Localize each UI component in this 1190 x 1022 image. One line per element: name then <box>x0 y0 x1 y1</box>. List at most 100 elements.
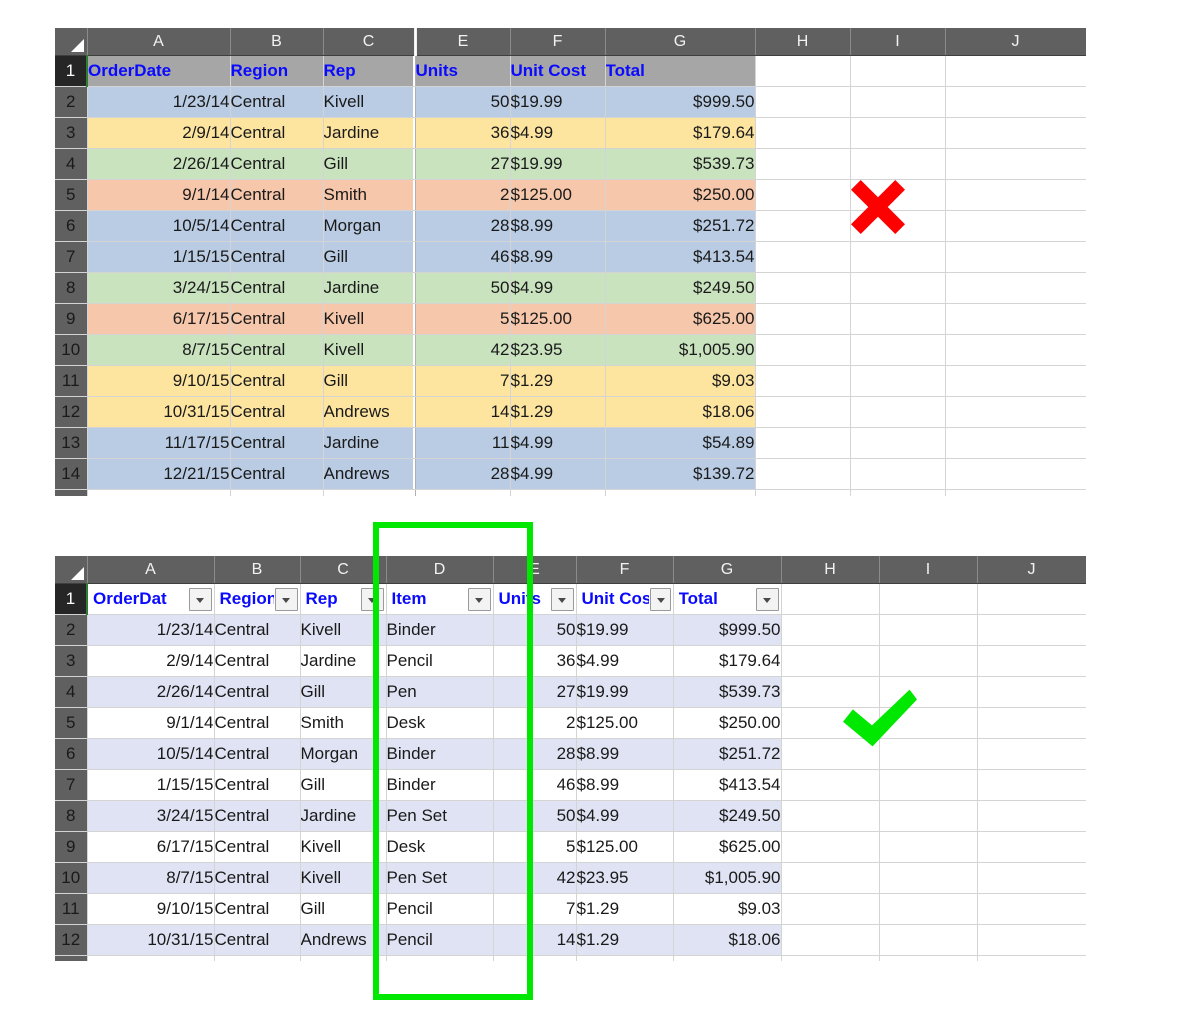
cell-h15[interactable] <box>755 489 851 496</box>
cell-h2[interactable] <box>755 86 851 118</box>
cell-g13[interactable]: $54.89 <box>673 955 782 961</box>
table-row[interactable]: 12 10/31/15 Central Andrews 14 $1.29 $18.06 <box>55 396 1086 428</box>
table-row[interactable]: 3 2/9/14 Central Jardine 36 $4.99 $179.64 <box>55 117 1086 149</box>
column-header-c[interactable]: C <box>323 28 417 56</box>
cell-i15[interactable] <box>850 489 946 496</box>
cell-b6[interactable]: Central <box>214 738 301 770</box>
cell-j12[interactable] <box>945 396 1086 428</box>
table-row[interactable]: 1311/17/15CentralJardineBinder11$4.99$54… <box>55 955 1086 961</box>
cell-j13[interactable] <box>977 955 1086 961</box>
table-row[interactable]: 8 3/24/15 Central Jardine Pen Set 50 $4.99 $249… <box>55 800 1086 832</box>
cell-b3[interactable]: Central <box>214 645 301 677</box>
row-header-9[interactable]: 9 <box>55 831 88 863</box>
cell-h5[interactable] <box>755 179 851 211</box>
cell-g8[interactable]: $249.50 <box>673 800 782 832</box>
cell-a11[interactable]: 9/10/15 <box>87 365 231 397</box>
cell-b3[interactable]: Central <box>230 117 324 149</box>
cell-a12[interactable]: 10/31/15 <box>87 396 231 428</box>
cell-i1[interactable] <box>850 55 946 87</box>
cell-f7[interactable]: $8.99 <box>576 769 674 801</box>
cell-e6[interactable]: 28 <box>415 210 511 242</box>
cell-c10[interactable]: Kivell <box>323 334 416 366</box>
column-header-i[interactable]: I <box>879 556 978 584</box>
column-header-i[interactable]: I <box>850 28 946 56</box>
cell-g6[interactable]: $251.72 <box>605 210 756 242</box>
cell-a13[interactable]: 11/17/15 <box>87 427 231 459</box>
row-header-10[interactable]: 10 <box>55 862 88 894</box>
cell-g7[interactable]: $413.54 <box>605 241 756 273</box>
row-header-4[interactable]: 4 <box>55 148 88 180</box>
cell-j6[interactable] <box>945 210 1086 242</box>
cell-c15[interactable] <box>323 489 416 496</box>
table-row[interactable]: 11 9/10/15 Central Gill 7 $1.29 $9.03 <box>55 365 1086 397</box>
cell-a10[interactable]: 8/7/15 <box>87 862 215 894</box>
cell-c11[interactable]: Gill <box>323 365 416 397</box>
table-row[interactable]: 11 9/10/15 Central Gill Pencil 7 $1.29 $9.03 <box>55 893 1086 925</box>
table-row[interactable]: 4 2/26/14 Central Gill Pen 27 $19.99 $539.73 <box>55 676 1086 708</box>
cell-a6[interactable]: 10/5/14 <box>87 210 231 242</box>
cell-f12[interactable]: $1.29 <box>576 924 674 956</box>
top-spreadsheet[interactable]: A B C E F G H I J 1 OrderDate Region Rep… <box>55 28 1086 496</box>
row-header-2[interactable]: 2 <box>55 86 88 118</box>
cell-f9[interactable]: $125.00 <box>576 831 674 863</box>
cell-g8[interactable]: $249.50 <box>605 272 756 304</box>
cell-j8[interactable] <box>945 272 1086 304</box>
cell-h7[interactable] <box>781 769 880 801</box>
cell-a3[interactable]: 2/9/14 <box>87 117 231 149</box>
cell-c9[interactable]: Kivell <box>323 303 416 335</box>
cell-g1[interactable]: Total <box>605 55 756 87</box>
cell-a7[interactable]: 1/15/15 <box>87 769 215 801</box>
table-row[interactable]: 1 OrderDat Region Rep Item Units Unit Co… <box>55 583 1086 615</box>
row-header-9[interactable]: 9 <box>55 303 88 335</box>
column-header-h[interactable]: H <box>755 28 851 56</box>
column-header-f[interactable]: F <box>510 28 606 56</box>
row-header-11[interactable]: 11 <box>55 365 88 397</box>
cell-c6[interactable]: Morgan <box>323 210 416 242</box>
cell-i14[interactable] <box>850 458 946 490</box>
cell-f6[interactable]: $8.99 <box>576 738 674 770</box>
cell-j1[interactable] <box>977 583 1086 615</box>
cell-g15[interactable] <box>605 489 756 496</box>
row-header-7[interactable]: 7 <box>55 241 88 273</box>
table-row[interactable]: 5 9/1/14 Central Smith 2 $125.00 $250.00 <box>55 179 1086 211</box>
cell-c2[interactable]: Kivell <box>323 86 416 118</box>
row-header-3[interactable]: 3 <box>55 117 88 149</box>
cell-f7[interactable]: $8.99 <box>510 241 606 273</box>
cell-f5[interactable]: $125.00 <box>576 707 674 739</box>
column-header-a[interactable]: A <box>87 28 231 56</box>
cell-a9[interactable]: 6/17/15 <box>87 303 231 335</box>
cell-f2[interactable]: $19.99 <box>510 86 606 118</box>
cell-f4[interactable]: $19.99 <box>576 676 674 708</box>
cell-a3[interactable]: 2/9/14 <box>87 645 215 677</box>
cell-a15[interactable] <box>87 489 231 496</box>
cell-j15[interactable] <box>945 489 1086 496</box>
cell-j3[interactable] <box>977 645 1086 677</box>
cell-j13[interactable] <box>945 427 1086 459</box>
cell-c7[interactable]: Gill <box>323 241 416 273</box>
table-row[interactable]: 4 2/26/14 Central Gill 27 $19.99 $539.73 <box>55 148 1086 180</box>
cell-b4[interactable]: Central <box>230 148 324 180</box>
cell-j10[interactable] <box>977 862 1086 894</box>
cell-g6[interactable]: $251.72 <box>673 738 782 770</box>
cell-h12[interactable] <box>755 396 851 428</box>
table-row[interactable]: 6 10/5/14 Central Morgan 28 $8.99 $251.72 <box>55 210 1086 242</box>
cell-j2[interactable] <box>977 614 1086 646</box>
cell-e14[interactable]: 28 <box>415 458 511 490</box>
cell-i9[interactable] <box>850 303 946 335</box>
filter-dropdown-unitcost[interactable] <box>649 587 671 611</box>
cell-f6[interactable]: $8.99 <box>510 210 606 242</box>
row-header-4[interactable]: 4 <box>55 676 88 708</box>
cell-i4[interactable] <box>850 148 946 180</box>
cell-h10[interactable] <box>781 862 880 894</box>
cell-g5[interactable]: $250.00 <box>605 179 756 211</box>
cell-h7[interactable] <box>755 241 851 273</box>
cell-b2[interactable]: Central <box>214 614 301 646</box>
cell-h2[interactable] <box>781 614 880 646</box>
cell-b11[interactable]: Central <box>230 365 324 397</box>
cell-c1[interactable]: Rep <box>323 55 416 87</box>
cell-h8[interactable] <box>781 800 880 832</box>
cell-h9[interactable] <box>755 303 851 335</box>
filter-dropdown-total[interactable] <box>755 587 779 611</box>
cell-e10[interactable]: 42 <box>415 334 511 366</box>
cell-f9[interactable]: $125.00 <box>510 303 606 335</box>
